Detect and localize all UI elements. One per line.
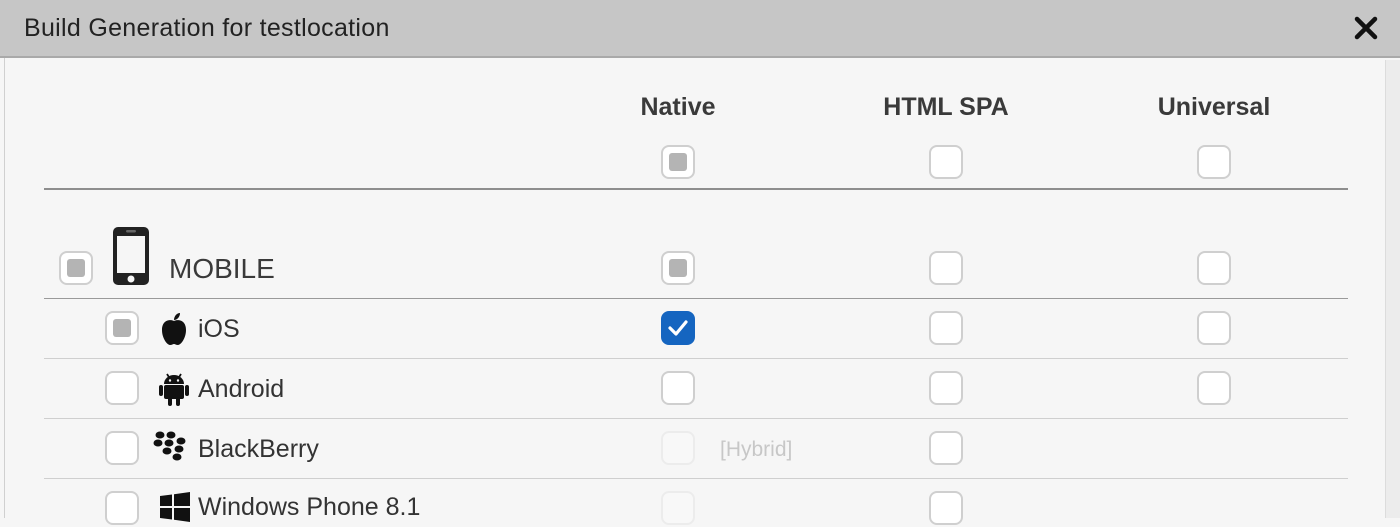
windows-phone-html-spa-checkbox[interactable] — [929, 491, 963, 525]
mobile-native-checkbox[interactable] — [661, 251, 695, 285]
header-divider — [44, 188, 1348, 190]
apple-icon — [159, 311, 189, 352]
select-all-html-spa-checkbox[interactable] — [929, 145, 963, 179]
row-divider — [44, 478, 1348, 479]
blackberry-icon — [153, 430, 189, 467]
android-universal-checkbox[interactable] — [1197, 371, 1231, 405]
column-header-html-spa: HTML SPA — [883, 93, 1009, 121]
smartphone-icon — [112, 226, 150, 291]
dialog-titlebar: Build Generation for testlocation — [0, 0, 1400, 58]
platform-label-android: Android — [198, 375, 285, 403]
windows-phone-select-checkbox[interactable] — [105, 491, 139, 525]
dialog-title: Build Generation for testlocation — [24, 14, 390, 42]
android-html-spa-checkbox[interactable] — [929, 371, 963, 405]
android-select-checkbox[interactable] — [105, 371, 139, 405]
ios-native-checkbox[interactable] — [661, 311, 695, 345]
select-all-universal-checkbox[interactable] — [1197, 145, 1231, 179]
close-button[interactable] — [1352, 12, 1380, 42]
scrollbar[interactable] — [1385, 60, 1400, 518]
ios-universal-checkbox[interactable] — [1197, 311, 1231, 345]
ios-html-spa-checkbox[interactable] — [929, 311, 963, 345]
windows-icon — [160, 492, 190, 527]
android-native-checkbox[interactable] — [661, 371, 695, 405]
platform-label-blackberry: BlackBerry — [198, 435, 319, 463]
mobile-html-spa-checkbox[interactable] — [929, 251, 963, 285]
ios-select-checkbox[interactable] — [105, 311, 139, 345]
blackberry-html-spa-checkbox[interactable] — [929, 431, 963, 465]
column-header-native: Native — [640, 93, 716, 121]
checkmark-icon — [668, 320, 688, 336]
column-header-universal: Universal — [1157, 93, 1271, 121]
blackberry-select-checkbox[interactable] — [105, 431, 139, 465]
blackberry-native-checkbox — [661, 431, 695, 465]
group-divider — [44, 298, 1348, 299]
windows-phone-native-checkbox — [661, 491, 695, 525]
mobile-universal-checkbox[interactable] — [1197, 251, 1231, 285]
android-icon — [158, 371, 190, 412]
select-all-native-checkbox[interactable] — [661, 145, 695, 179]
close-icon — [1354, 16, 1378, 40]
row-divider — [44, 358, 1348, 359]
platform-label-ios: iOS — [198, 315, 240, 343]
mobile-group-checkbox[interactable] — [59, 251, 93, 285]
hybrid-note: [Hybrid] — [720, 438, 793, 461]
group-label-mobile: MOBILE — [169, 253, 275, 284]
row-divider — [44, 418, 1348, 419]
